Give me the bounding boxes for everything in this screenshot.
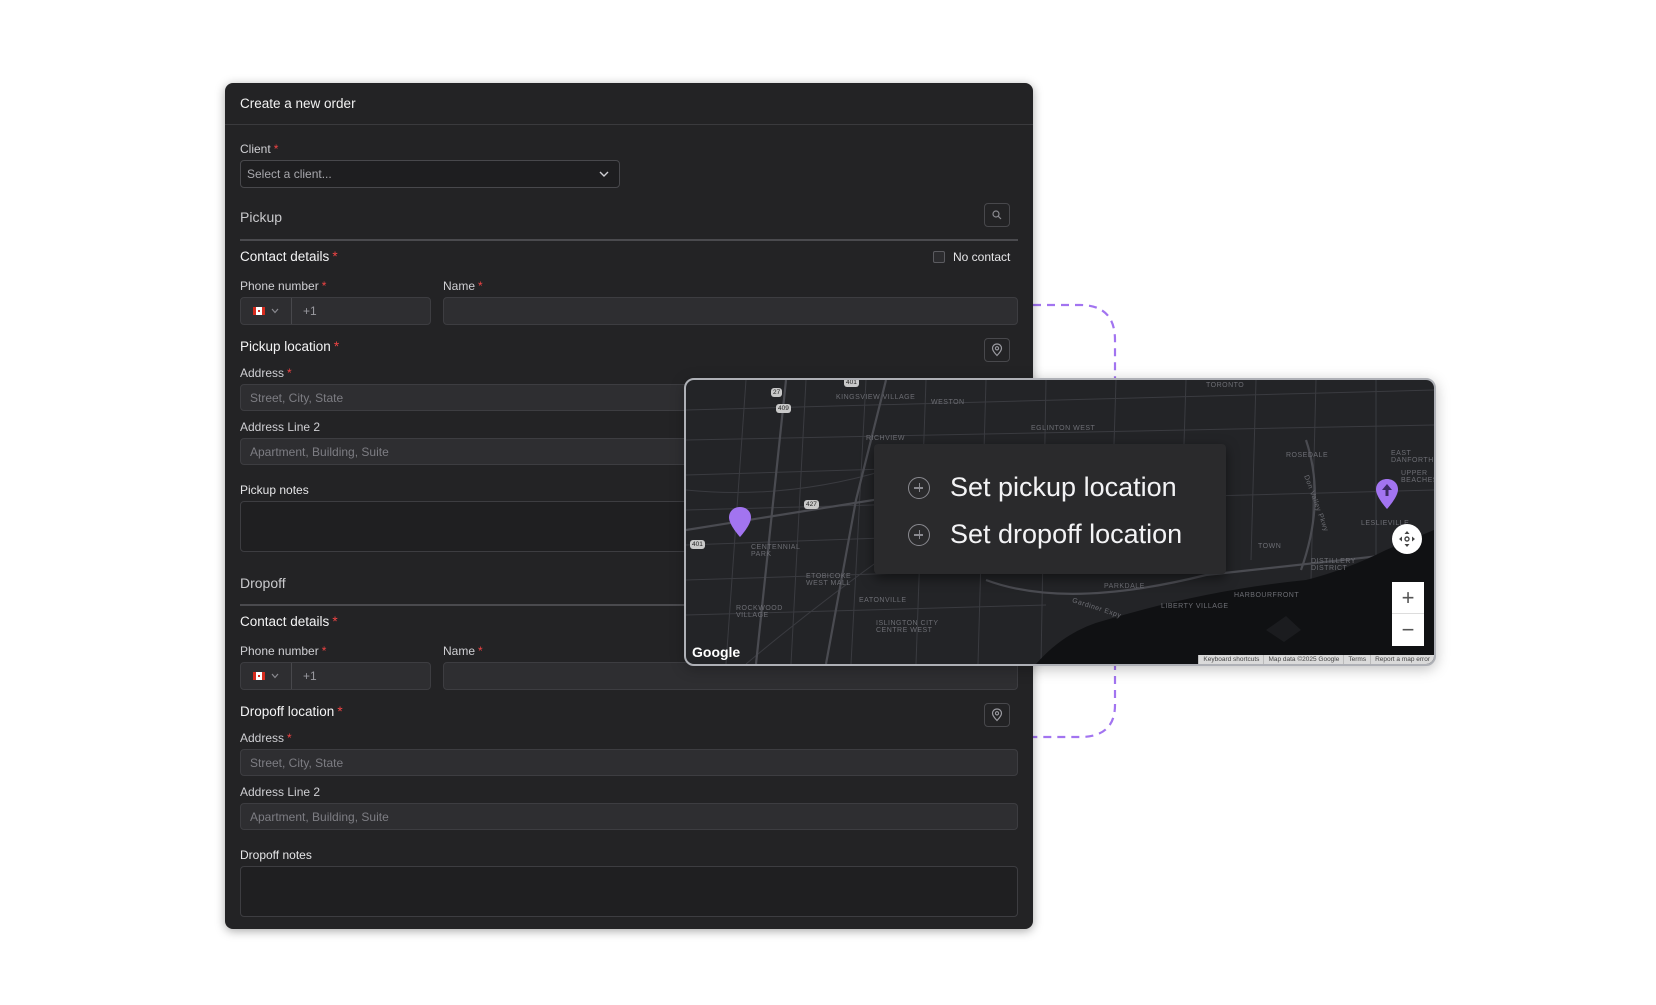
pickup-phone-label: Phone number * <box>240 279 327 293</box>
no-contact-label: No contact <box>953 250 1011 264</box>
map-attribution: Keyboard shortcuts Map data ©2025 Google… <box>1198 655 1434 664</box>
dropoff-notes-label: Dropoff notes <box>240 848 312 862</box>
pickup-address-label: Address * <box>240 366 292 380</box>
map-label: WESTON <box>931 399 965 406</box>
map-label: HARBOURFRONT <box>1234 592 1300 599</box>
phone-code: +1 <box>303 304 317 318</box>
highway-shield: 427 <box>804 500 819 509</box>
pickup-address2-label: Address Line 2 <box>240 420 321 434</box>
zoom-out-button[interactable]: − <box>1392 614 1424 646</box>
map-label: EGLINTON WEST <box>1031 425 1096 432</box>
highway-shield: 409 <box>776 404 791 413</box>
country-select[interactable] <box>241 663 292 689</box>
plus-circle-icon <box>908 476 930 499</box>
dropoff-phone-label: Phone number * <box>240 644 327 658</box>
pickup-location-title: Pickup location * <box>240 339 340 354</box>
map-data-text: Map data ©2025 Google <box>1263 655 1343 664</box>
map-label: KINGSVIEW VILLAGE <box>836 394 916 401</box>
pickup-marker-icon[interactable] <box>728 506 752 538</box>
zoom-in-button[interactable]: + <box>1392 582 1424 614</box>
map-label: ISLINGTON CITY CENTRE WEST <box>876 620 939 634</box>
plus-circle-icon <box>908 523 930 546</box>
dropoff-location-title: Dropoff location * <box>240 704 343 719</box>
pickup-address-placeholder: Street, City, State <box>250 390 344 405</box>
dropoff-phone-input[interactable]: +1 <box>240 662 431 690</box>
recenter-button[interactable] <box>1392 524 1422 554</box>
chevron-down-icon <box>271 308 279 314</box>
map-label: TOWN <box>1258 543 1282 550</box>
map-label: UPPER BEACHES <box>1401 470 1436 484</box>
recenter-icon <box>1399 531 1415 547</box>
set-dropoff-label: Set dropoff location <box>950 519 1183 549</box>
dropoff-contact-title: Contact details * <box>240 614 338 629</box>
map-view[interactable]: TORONTO KINGSVIEW VILLAGE WESTON EGLINTO… <box>684 378 1436 666</box>
client-select[interactable]: Select a client... <box>240 160 620 188</box>
panel-title: Create a new order <box>240 96 356 111</box>
canada-flag-icon <box>253 307 265 315</box>
dropoff-address2-input[interactable]: Apartment, Building, Suite <box>240 803 1018 830</box>
dropoff-address-label: Address * <box>240 731 292 745</box>
map-label: DISTILLERY DISTRICT <box>1311 558 1356 572</box>
dropoff-notes-textarea[interactable] <box>240 866 1018 917</box>
map-label: CENTENNIAL PARK <box>751 544 801 558</box>
map-pin-icon <box>991 343 1003 357</box>
chevron-down-icon <box>271 673 279 679</box>
highway-shield: 27 <box>771 388 783 397</box>
map-label: RICHVIEW <box>866 435 905 442</box>
pickup-address2-placeholder: Apartment, Building, Suite <box>250 444 389 459</box>
phone-code: +1 <box>303 669 317 683</box>
dropoff-address2-label: Address Line 2 <box>240 785 321 799</box>
search-icon <box>992 210 1002 220</box>
set-pickup-label: Set pickup location <box>950 472 1177 502</box>
map-label: ETOBICOKE WEST MALL <box>806 573 852 587</box>
map-label: TORONTO <box>1206 382 1245 389</box>
dropoff-section-title: Dropoff <box>240 575 286 591</box>
map-label: LIBERTY VILLAGE <box>1161 603 1229 610</box>
panel-header: Create a new order <box>225 83 1033 125</box>
map-label: ROCKWOOD VILLAGE <box>736 605 783 619</box>
pickup-phone-input[interactable]: +1 <box>240 297 431 325</box>
google-logo: Google <box>692 644 741 660</box>
client-label: Client * <box>240 142 279 156</box>
pickup-name-label: Name * <box>443 279 483 293</box>
dropoff-address-input[interactable]: Street, City, State <box>240 749 1018 776</box>
highway-shield: 401 <box>690 540 705 549</box>
dropoff-map-pin-button[interactable] <box>984 703 1010 727</box>
pickup-name-input[interactable] <box>443 297 1018 325</box>
map-label: EAST DANFORTH <box>1391 450 1434 464</box>
dropoff-address-placeholder: Street, City, State <box>250 755 344 770</box>
pickup-contact-title: Contact details * <box>240 249 338 264</box>
map-pin-icon <box>991 708 1003 722</box>
map-label: ROSEDALE <box>1286 452 1329 459</box>
pickup-notes-label: Pickup notes <box>240 483 309 497</box>
location-popup: Set pickup location Set dropoff location <box>874 444 1226 574</box>
report-error-link[interactable]: Report a map error <box>1370 655 1434 664</box>
dropoff-address2-placeholder: Apartment, Building, Suite <box>250 809 389 824</box>
set-dropoff-option[interactable]: Set dropoff location <box>908 519 1182 550</box>
set-pickup-option[interactable]: Set pickup location <box>908 472 1177 503</box>
terms-link[interactable]: Terms <box>1343 655 1370 664</box>
pickup-divider <box>240 239 1018 241</box>
no-contact-checkbox[interactable] <box>933 251 945 263</box>
pickup-section-title: Pickup <box>240 209 283 225</box>
dropoff-marker-icon[interactable] <box>1375 478 1399 510</box>
dropoff-name-label: Name * <box>443 644 483 658</box>
country-select[interactable] <box>241 298 292 324</box>
canada-flag-icon <box>253 672 265 680</box>
dropoff-name-input[interactable] <box>443 662 1018 690</box>
keyboard-shortcuts-link[interactable]: Keyboard shortcuts <box>1198 655 1263 664</box>
client-select-value: Select a client... <box>247 167 332 181</box>
map-label: EATONVILLE <box>859 597 907 604</box>
pickup-search-button[interactable] <box>984 203 1010 227</box>
chevron-down-icon <box>599 171 609 177</box>
highway-shield: 401 <box>844 379 859 387</box>
pickup-map-pin-button[interactable] <box>984 338 1010 362</box>
map-label: PARKDALE <box>1104 583 1145 590</box>
